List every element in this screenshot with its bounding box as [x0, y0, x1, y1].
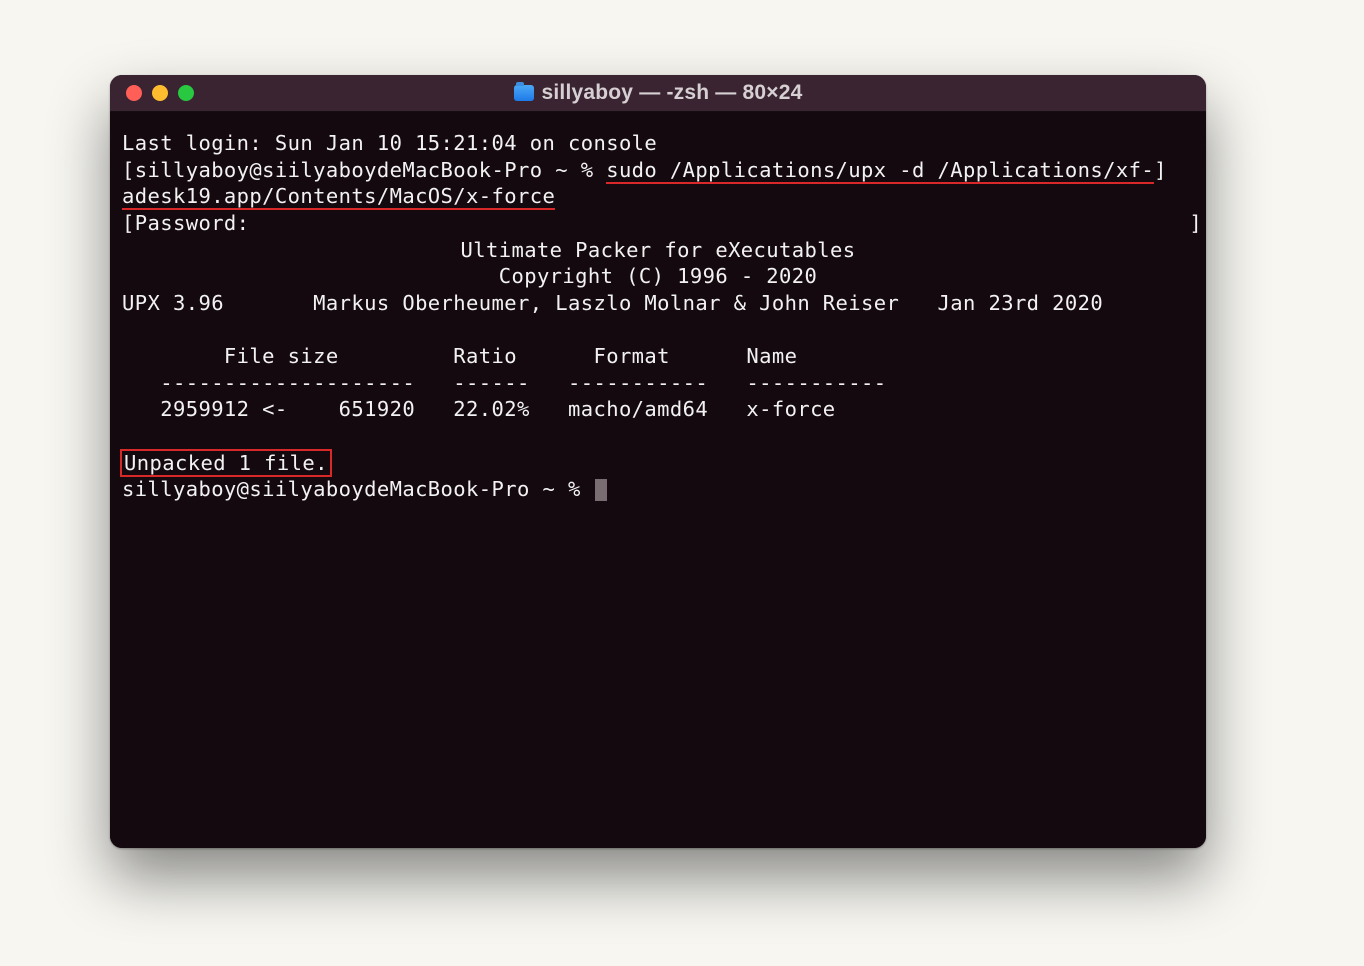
- titlebar[interactable]: sillyaboy — -zsh — 80×24: [110, 75, 1206, 112]
- password-open: [Password:: [122, 211, 249, 235]
- command-line-1: sudo /Applications/upx -d /Applications/…: [606, 158, 1154, 184]
- command-line-2: adesk19.app/Contents/MacOS/x-force: [122, 184, 555, 210]
- folder-icon: [514, 85, 534, 101]
- window-title: sillyaboy — -zsh — 80×24: [542, 81, 803, 105]
- table-rule: -------------------- ------ ----------- …: [122, 371, 887, 395]
- zoom-icon[interactable]: [178, 85, 194, 101]
- upx-title: Ultimate Packer for eXecutables: [122, 237, 1194, 264]
- minimize-icon[interactable]: [152, 85, 168, 101]
- terminal-output[interactable]: Last login: Sun Jan 10 15:21:04 on conso…: [110, 112, 1206, 848]
- close-icon[interactable]: [126, 85, 142, 101]
- table-header: File size Ratio Format Name: [122, 344, 797, 368]
- prompt-2: sillyaboy@siilyaboydeMacBook-Pro ~ %: [122, 477, 593, 501]
- password-close: ]: [1189, 211, 1202, 235]
- window-controls: [110, 85, 194, 101]
- terminal-window: sillyaboy — -zsh — 80×24 Last login: Sun…: [110, 75, 1206, 848]
- upx-copyright: Copyright (C) 1996 - 2020: [122, 263, 1194, 290]
- upx-version-line: UPX 3.96 Markus Oberheumer, Laszlo Molna…: [122, 291, 1103, 315]
- unpacked-status: Unpacked 1 file.: [122, 451, 330, 475]
- prompt-close: ]: [1154, 158, 1167, 182]
- table-row: 2959912 <- 651920 22.02% macho/amd64 x-f…: [122, 397, 836, 421]
- prompt-open: [sillyaboy@siilyaboydeMacBook-Pro ~ %: [122, 158, 606, 182]
- cursor-icon: [595, 479, 607, 501]
- last-login-line: Last login: Sun Jan 10 15:21:04 on conso…: [122, 131, 657, 155]
